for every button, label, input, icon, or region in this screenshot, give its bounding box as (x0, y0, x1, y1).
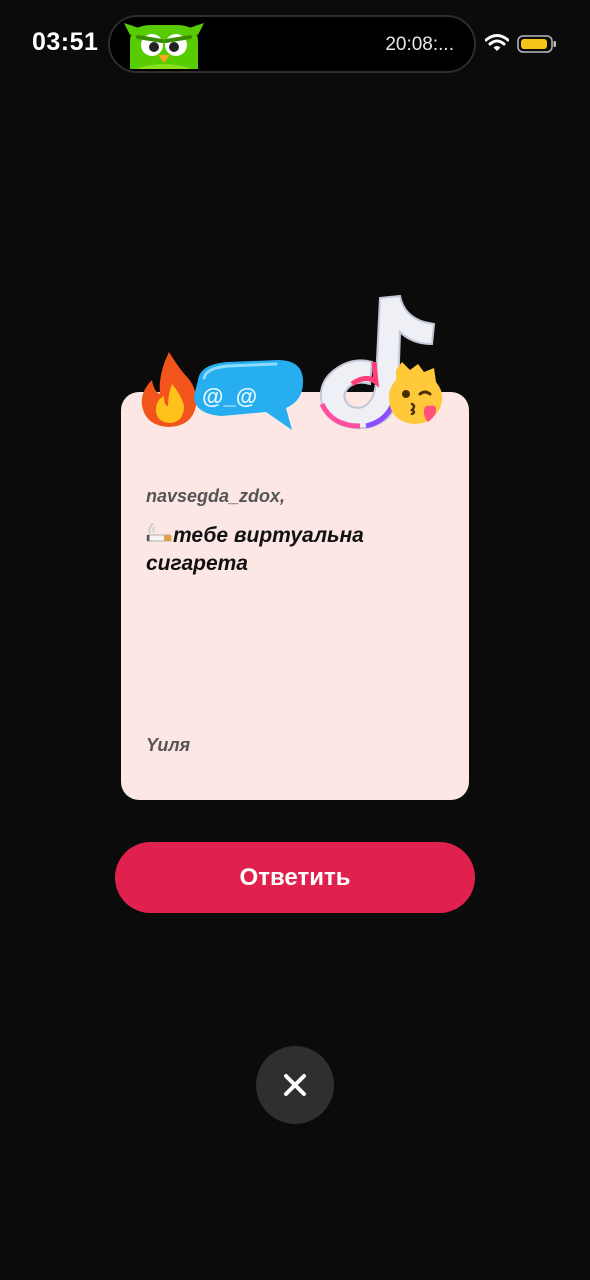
kiss-emoji-sticker-icon (388, 362, 443, 424)
card-recipient: navsegda_zdox, (146, 486, 286, 506)
island-timer: 20:08:... (385, 34, 454, 55)
card-message: тебе виртуальна сигарета (146, 522, 436, 578)
screen: 03:51 20:08:... navsegda_zdox, тебе вирт… (0, 0, 590, 1280)
status-time: 03:51 (32, 28, 99, 56)
cigarette-emoji-icon (146, 523, 172, 542)
card-signature: Yuля (146, 735, 191, 755)
owl-icon (124, 23, 204, 69)
message-card: navsegda_zdox, тебе виртуальна сигарета … (121, 392, 469, 800)
close-icon (284, 1074, 306, 1096)
reply-button[interactable]: Ответить (115, 842, 475, 913)
chat-bubble-sticker-icon: @_@ (194, 360, 304, 430)
dynamic-island[interactable]: 20:08:... (108, 15, 476, 73)
wifi-icon (485, 34, 509, 51)
battery-icon (517, 35, 556, 53)
close-button[interactable] (256, 1046, 334, 1124)
bubble-text: @_@ (202, 384, 257, 409)
card-message-text: тебе виртуальна сигарета (146, 524, 364, 575)
